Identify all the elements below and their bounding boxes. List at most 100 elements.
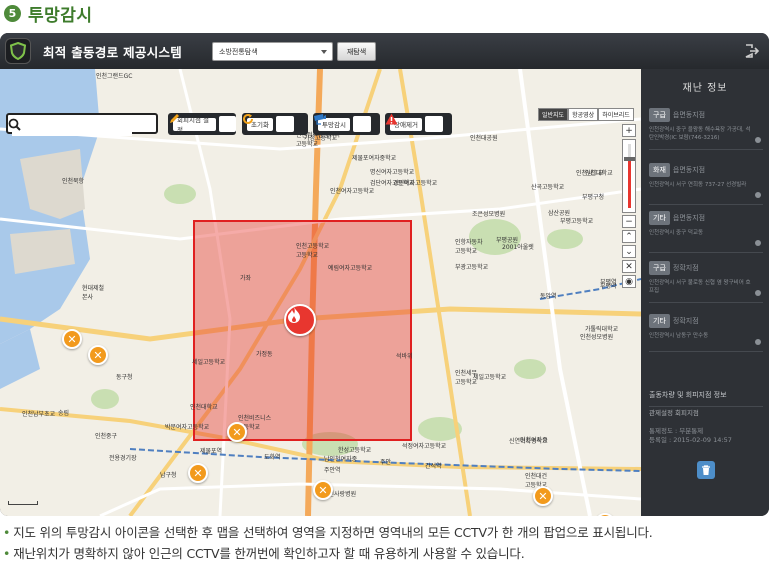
pan-down-icon[interactable]: ⌄ [622,245,636,258]
disaster-type-badge: 화재 [649,163,670,177]
zoom-in-button[interactable]: + [622,124,636,137]
disaster-location-type: 읍면동지점 [672,166,706,174]
disaster-list-item[interactable]: 구급 읍면동지점인천광역시 중구 을왕동 해수욕장 가공대, 석탄인박경(IC 보… [649,102,763,150]
disaster-list-item[interactable]: 화재 읍면동지점 인천광역시 서구 연희동 737-27 선경빌라 [649,157,763,205]
route-mode-value: 소방전통탐색 [219,47,258,56]
pan-up-icon[interactable]: ⌃ [622,230,636,243]
map-label: 간석역 [425,463,442,470]
net-monitoring-button[interactable]: 투망감시 [313,113,380,135]
map-label: 남구청 [160,472,177,479]
disaster-list-item[interactable]: 구급 정확지점 인천광역시 서구 불로동 신협 옆 왕구비어 호프집 [649,255,763,303]
disaster-type-badge: 기타 [649,211,670,225]
map-label: 인천남부초교 [22,411,56,418]
map-label: 제물포역 [200,448,223,455]
map-label: 인천북항 [62,178,85,185]
warning-icon [385,113,443,132]
zoom-slider[interactable] [622,139,636,213]
cctv-icon [314,114,371,132]
cctv-marker-icon[interactable]: ✕ [227,422,247,442]
avoid-point-button[interactable]: 회피지점 설정 [168,113,236,135]
map-label: 산곡고등학교 [531,184,565,191]
measure-icon[interactable]: ✕ [622,260,636,273]
disaster-list-item[interactable]: 기타 정확지점 인천광역시 남동구 만수동 [649,308,763,352]
chevron-right-icon[interactable] [755,192,761,198]
chevron-right-icon[interactable] [755,137,761,143]
map-label: 송림 [58,410,70,417]
map-label: 인천고등학교 [296,243,330,250]
cctv-marker-icon[interactable]: ✕ [88,345,108,365]
disaster-list-item[interactable]: 기타 읍면동지점 인천광역시 중구 덕교동 [649,205,763,253]
disaster-location-type: 읍면동지점 [672,111,706,119]
shield-logo-icon [5,38,31,64]
app-topbar: 최적 출동경로 제공시스템 소방전통탐색 재탐색 [0,33,769,69]
map-label: 제물포여자중학교 [352,155,397,162]
map-label: 한성고등학교 [338,447,372,454]
route-info-date: 등록일 : 2015-02-09 14:57 [649,436,732,444]
map-label: 인천대공원 [470,135,498,142]
disaster-address: 인천광역시 서구 불로동 신협 옆 왕구비어 호프집 [649,280,751,294]
cctv-marker-icon[interactable]: ✕ [313,480,333,500]
note-1-text: 지도 위의 투망감시 아이콘을 선택한 후 맵을 선택하여 영역을 지정하면 영… [13,525,653,540]
disaster-address: 인천광역시 중구 덕교동 [649,230,704,236]
reset-button[interactable]: 초기화 [242,113,308,135]
disaster-type-badge: 기타 [649,314,670,328]
disaster-location-type: 정확지점 [672,264,699,272]
map-type-hybrid[interactable]: 하이브리드 [598,108,634,121]
map-label: 세일고등학교 [192,359,226,366]
section-number-badge: 5 [4,4,21,22]
chevron-down-icon [321,50,327,54]
panel-title: 재난 정보 [682,83,728,94]
map-label: 명신여자고등학교 [370,169,415,176]
map-view[interactable]: 인천그랜드GC 인천북항 현대제철 본사 세일고등학교 인천정석항공과학 고등학교 제물포여자… [0,69,641,516]
app-window: 최적 출동경로 제공시스템 소방전통탐색 재탐색 인천그랜드GC 인천북항 현대… [0,33,769,516]
map-label: 현대제철 [82,285,105,292]
location-icon[interactable]: ◉ [622,275,636,288]
disaster-type-badge: 구급 [649,108,670,122]
delete-button[interactable] [697,461,715,479]
obstacle-removal-button[interactable]: 장애제거 [385,113,452,135]
map-search-input[interactable] [6,113,158,136]
note-1: • 지도 위의 투망감시 아이콘을 선택한 후 맵을 선택하여 영역을 지정하면 … [3,525,653,540]
research-button[interactable]: 재탐색 [337,42,376,61]
map-label: 부광고등학교 [455,264,489,271]
map-label: 신연여자중학교 [509,438,548,445]
map-label: 제일고등학교 [473,374,507,381]
chevron-right-icon[interactable] [755,290,761,296]
map-label: 인천여자고등학교 [330,188,375,195]
section-title: 투망감시 [28,5,93,26]
scale-bar [8,501,38,505]
zoom-control: + − ⌃ ⌄ ✕ ◉ [622,124,636,288]
map-label: 부평역 [600,279,617,286]
route-info-subtitle: 관제설정 회피지점 [649,409,699,417]
map-label: 인천대건 [525,473,548,480]
map-label: 인항자동차 [455,239,483,246]
fire-incident-icon[interactable] [284,304,316,336]
map-type-normal[interactable]: 일반지도 [538,108,569,121]
zoom-slider-handle[interactable] [624,157,635,161]
pencil-icon [170,114,236,132]
map-label: 경인여자고등학교 [393,180,438,187]
cctv-marker-icon[interactable]: ✕ [188,463,208,483]
map-label: 인천성모병원 [580,334,614,341]
map-label: 본사 [82,294,94,301]
map-label: 석바위 [396,353,413,360]
disaster-address: 인천광역시 중구 을왕동 해수욕장 가공대, 석탄인박경(IC 보람(746-3… [649,127,751,141]
cctv-marker-icon[interactable]: ✕ [62,329,82,349]
chevron-right-icon[interactable] [755,339,761,345]
map-label: 삼산공원 [548,210,571,217]
route-info-control: 통제정도 : 부분통제 [649,427,704,435]
map-label: 인천중구 [95,433,118,440]
map-label: 고등학교 [296,252,319,259]
zoom-out-button[interactable]: − [622,215,636,228]
map-search-field[interactable] [12,121,132,136]
map-label: 가좌 [240,275,252,282]
map-label: 동구청 [116,374,133,381]
logout-icon[interactable] [743,43,760,59]
chevron-right-icon[interactable] [755,240,761,246]
search-icon[interactable] [8,118,21,131]
disaster-address: 인천광역시 남동구 만수동 [649,333,709,339]
section-heading: 5 투망감시 [4,1,93,26]
map-type-satellite[interactable]: 항공영상 [568,108,599,121]
cctv-marker-icon[interactable]: ✕ [533,486,553,506]
route-mode-select[interactable]: 소방전통탐색 [212,42,333,61]
